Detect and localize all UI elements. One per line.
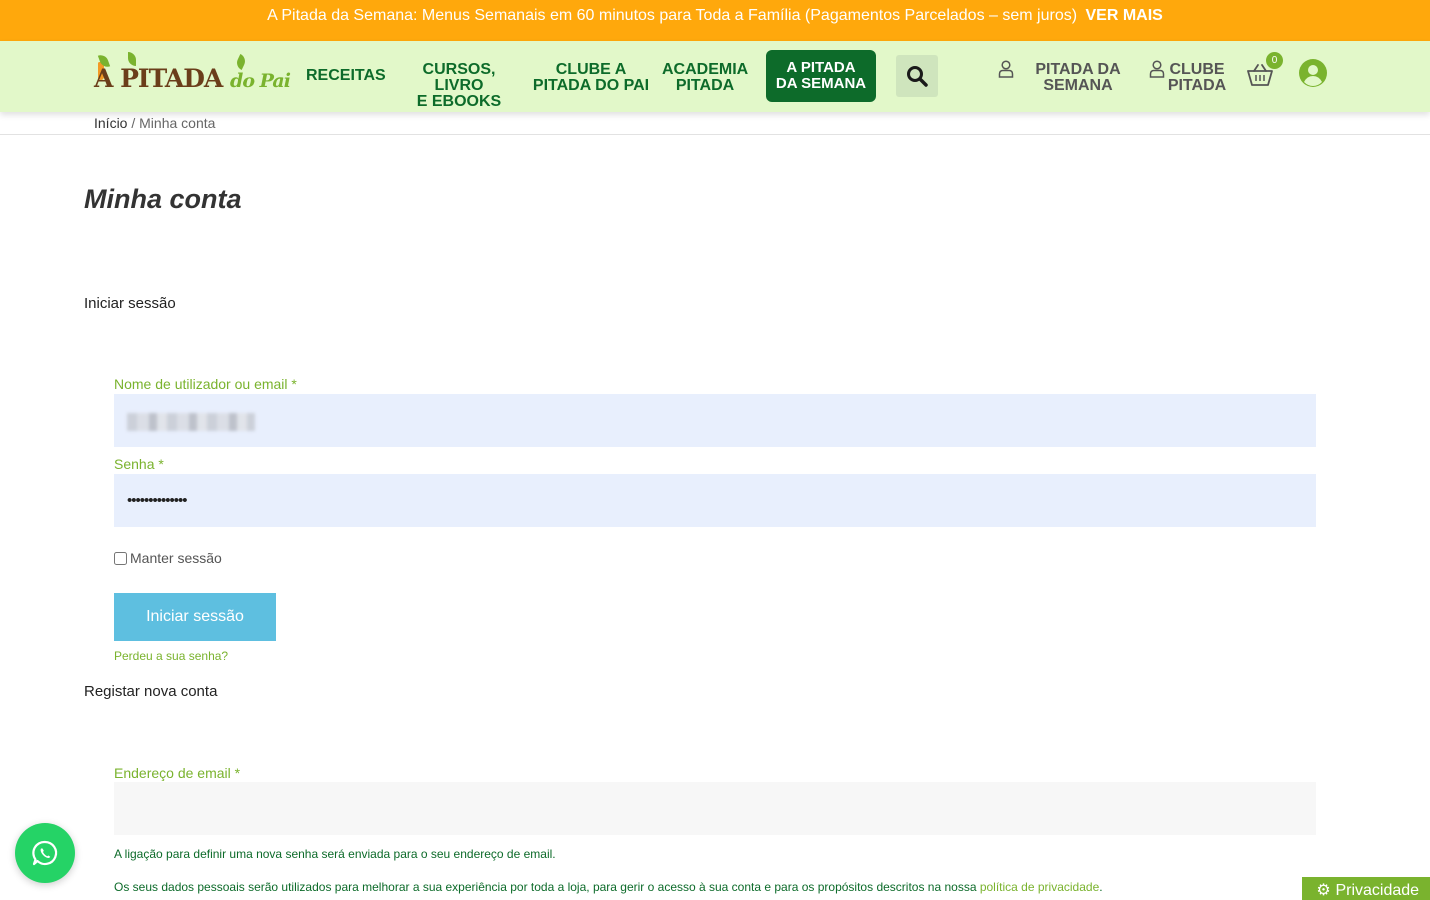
- logo-main-text: A PITADA: [94, 64, 223, 93]
- nav-cta-line2: DA SEMANA: [775, 75, 867, 92]
- promo-bar: A Pitada da Semana: Menus Semanais em 60…: [0, 0, 1430, 41]
- clube-link-line2: PITADA: [1167, 77, 1227, 94]
- password-label: Senha *: [114, 456, 164, 472]
- pitada-link-line2: SEMANA: [1043, 77, 1113, 94]
- privacy-policy-link[interactable]: política de privacidade: [980, 880, 1099, 894]
- promo-ver-mais-link[interactable]: VER MAIS: [1086, 7, 1163, 24]
- privacy-badge-label: Privacidade: [1335, 882, 1420, 899]
- nav-pitada-semana-button[interactable]: A PITADA DA SEMANA: [766, 50, 876, 102]
- breadcrumb-divider: [0, 134, 1430, 135]
- breadcrumb-home-link[interactable]: Início: [94, 115, 127, 131]
- user-outline-icon: [998, 60, 1014, 78]
- cart-count-badge: 0: [1266, 52, 1283, 69]
- remember-label: Manter sessão: [130, 550, 222, 566]
- privacy-settings-badge[interactable]: ⚙ Privacidade: [1302, 877, 1430, 900]
- password-input[interactable]: [114, 474, 1316, 527]
- whatsapp-chat-button[interactable]: [15, 823, 75, 883]
- account-icon[interactable]: [1299, 59, 1327, 87]
- clube-pitada-account-link[interactable]: CLUBE PITADA: [1166, 62, 1228, 94]
- clube-link-line1: CLUBE: [1169, 61, 1225, 78]
- user-outline-icon: [1149, 60, 1165, 78]
- nav-receitas[interactable]: RECEITAS: [306, 67, 386, 84]
- nav-cursos-line2: E EBOOKS: [416, 93, 502, 110]
- breadcrumb-separator: /: [127, 115, 140, 131]
- nav-academia[interactable]: ACADEMIA PITADA: [662, 62, 748, 94]
- whatsapp-icon: [32, 840, 58, 866]
- nav-cursos-line1: CURSOS, LIVRO: [422, 61, 496, 94]
- page-title: Minha conta: [84, 184, 242, 214]
- login-submit-button[interactable]: Iniciar sessão: [114, 593, 276, 641]
- register-heading: Registar nova conta: [84, 683, 218, 700]
- site-logo[interactable]: A PITADA do Pai: [94, 50, 291, 100]
- nav-clube[interactable]: CLUBE A PITADA DO PAI: [532, 62, 650, 94]
- nav-clube-line1: CLUBE A: [555, 61, 627, 78]
- nav-academia-line2: PITADA: [675, 77, 735, 94]
- logo-wordmark: A PITADA do Pai: [94, 64, 291, 93]
- breadcrumb: Início / Minha conta: [94, 115, 215, 131]
- login-heading: Iniciar sessão: [84, 295, 176, 312]
- nav-cursos[interactable]: CURSOS, LIVRO E EBOOKS: [398, 62, 520, 110]
- privacy-note-text: Os seus dados pessoais serão utilizados …: [114, 880, 980, 894]
- register-password-note: A ligação para definir uma nova senha se…: [114, 847, 556, 861]
- register-privacy-note: Os seus dados pessoais serão utilizados …: [114, 880, 1103, 894]
- site-header: A PITADA do Pai RECEITAS CURSOS, LIVRO E…: [0, 41, 1430, 112]
- username-redacted-value: [127, 413, 255, 431]
- logo-sub-text: do Pai: [230, 70, 291, 92]
- search-icon: [907, 66, 928, 87]
- username-input[interactable]: [114, 394, 1316, 447]
- nav-cta-line1: A PITADA: [786, 59, 856, 76]
- lost-password-link[interactable]: Perdeu a sua senha?: [114, 649, 228, 663]
- register-email-label: Endereço de email *: [114, 765, 241, 781]
- nav-academia-line1: ACADEMIA: [662, 61, 749, 78]
- username-label: Nome de utilizador ou email *: [114, 376, 297, 392]
- gear-icon: ⚙: [1316, 882, 1331, 899]
- breadcrumb-current: Minha conta: [139, 115, 216, 131]
- search-button[interactable]: [896, 55, 938, 97]
- pitada-link-line1: PITADA DA: [1035, 61, 1121, 78]
- promo-text: A Pitada da Semana: Menus Semanais em 60…: [267, 7, 1078, 24]
- nav-receitas-label: RECEITAS: [306, 67, 386, 84]
- privacy-note-suffix: .: [1099, 880, 1103, 894]
- pitada-semana-account-link[interactable]: PITADA DA SEMANA: [1034, 62, 1122, 94]
- remember-checkbox[interactable]: [114, 551, 127, 565]
- nav-clube-line2: PITADA DO PAI: [532, 77, 650, 94]
- remember-me[interactable]: Manter sessão: [114, 550, 222, 566]
- register-email-input[interactable]: [114, 782, 1316, 835]
